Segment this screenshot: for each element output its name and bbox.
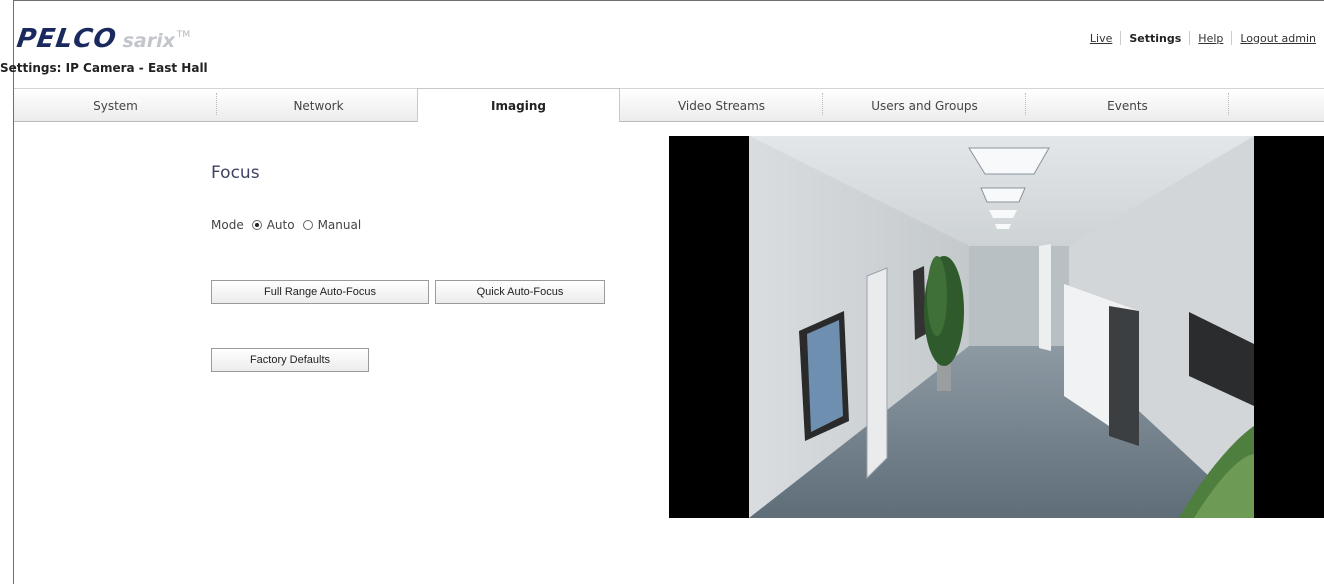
tab-divider	[1228, 93, 1229, 115]
settings-tab-bar: System Network Imaging Video Streams Use…	[14, 88, 1324, 122]
tab-video-streams[interactable]: Video Streams	[620, 89, 823, 121]
logo-trademark: TM	[176, 30, 191, 40]
tab-label: System	[93, 99, 138, 113]
tab-label: Video Streams	[677, 99, 766, 113]
focus-mode-row: Mode Auto Manual	[211, 218, 361, 232]
mode-manual-label[interactable]: Manual	[318, 218, 362, 232]
tab-imaging[interactable]: Imaging	[417, 88, 620, 122]
mode-label: Mode	[211, 218, 244, 232]
mode-manual-radio[interactable]	[302, 220, 313, 230]
logo-brand: PELCO	[14, 24, 119, 54]
page-title: Settings: IP Camera - East Hall	[0, 61, 208, 75]
pelco-sarix-logo: PELCO sarix TM	[15, 24, 191, 54]
logo-product: sarix	[122, 30, 175, 52]
top-navigation: Live Settings Help Logout admin	[1082, 31, 1324, 45]
nav-logout-link[interactable]: Logout admin	[1232, 32, 1324, 45]
tab-label: Imaging	[491, 99, 546, 113]
tab-network[interactable]: Network	[217, 89, 420, 121]
tab-label: Users and Groups	[871, 99, 978, 113]
mode-auto-label[interactable]: Auto	[267, 218, 295, 232]
tab-system[interactable]: System	[14, 89, 217, 121]
camera-image	[669, 136, 1324, 518]
quick-auto-focus-button[interactable]: Quick Auto-Focus	[435, 280, 605, 304]
tab-label: Network	[293, 99, 344, 113]
mode-auto-radio[interactable]	[251, 220, 262, 230]
nav-settings-link[interactable]: Settings	[1121, 32, 1189, 45]
tab-users-and-groups[interactable]: Users and Groups	[823, 89, 1026, 121]
full-range-auto-focus-button[interactable]: Full Range Auto-Focus	[211, 280, 429, 304]
tab-label: Events	[1107, 99, 1148, 113]
camera-preview	[669, 136, 1324, 518]
nav-help-link[interactable]: Help	[1190, 32, 1231, 45]
tab-events[interactable]: Events	[1026, 89, 1229, 121]
factory-defaults-button[interactable]: Factory Defaults	[211, 348, 369, 372]
focus-heading: Focus	[211, 163, 260, 183]
nav-live-link[interactable]: Live	[1082, 32, 1120, 45]
